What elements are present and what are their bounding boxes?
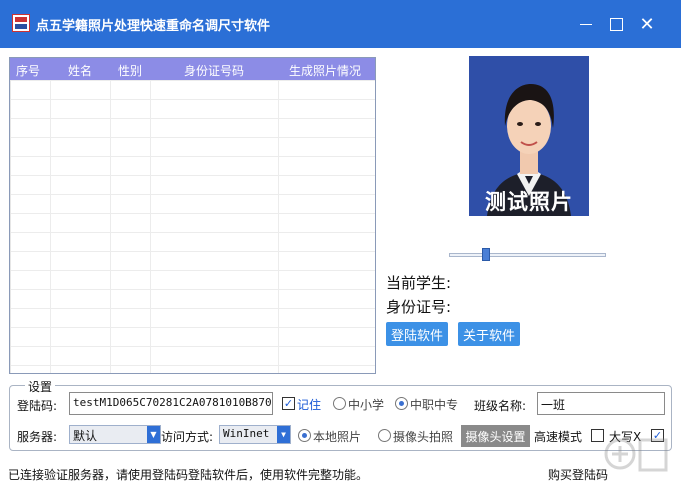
class-name-input[interactable]: 一班 — [537, 392, 665, 415]
school-type-label-vocational[interactable]: 中职中专 — [410, 396, 458, 413]
server-select[interactable]: 默认 ▼ — [69, 425, 161, 444]
photo-preview: 测试照片 — [469, 56, 589, 216]
table-body[interactable] — [10, 80, 375, 373]
school-type-radio-vocational[interactable] — [395, 397, 408, 410]
photo-slider-track[interactable] — [449, 253, 606, 257]
chevron-down-icon: ▼ — [147, 426, 160, 443]
login-button[interactable]: 登陆软件 — [386, 322, 448, 346]
window-title: 点五学籍照片处理快速重命名调尺寸软件 — [36, 19, 271, 34]
camera-settings-button[interactable]: 摄像头设置 — [461, 425, 530, 447]
column-divider — [150, 80, 151, 373]
maximize-icon — [609, 17, 623, 31]
current-student-label: 当前学生: — [386, 274, 452, 292]
login-code-input[interactable]: testM1D065C70281C2A0781010B87024 — [69, 392, 273, 415]
buy-login-code-link[interactable]: 购买登陆码 — [548, 466, 608, 483]
minimize-icon — [580, 23, 592, 25]
column-header-name[interactable]: 姓名 — [68, 62, 92, 79]
remember-label[interactable]: 记住 — [297, 396, 321, 413]
server-label: 服务器: — [17, 430, 58, 444]
photo-source-radio-local[interactable] — [298, 429, 311, 442]
server-select-value: 默认 — [73, 429, 98, 443]
high-speed-mode-label[interactable]: 高速模式 — [534, 428, 582, 445]
title-bar: 点五学籍照片处理快速重命名调尺寸软件 ✕ — [0, 0, 681, 48]
remember-checkbox[interactable]: ✓ — [282, 397, 295, 410]
column-header-id-number[interactable]: 身份证号码 — [184, 62, 244, 79]
close-icon: ✕ — [639, 13, 655, 35]
chevron-down-icon: ▼ — [277, 426, 290, 443]
settings-group-title: 设置 — [25, 378, 56, 395]
table-header: 序号 姓名 性别 身份证号码 生成照片情况 — [10, 58, 375, 80]
access-mode-select[interactable]: WinInet ▼ — [219, 425, 291, 444]
access-mode-label: 访问方式: — [161, 430, 214, 444]
column-divider — [278, 80, 279, 373]
close-button[interactable]: ✕ — [628, 0, 666, 48]
photo-overlay-text: 测试照片 — [485, 190, 573, 214]
about-button[interactable]: 关于软件 — [458, 322, 520, 346]
photo-slider-thumb[interactable] — [481, 248, 490, 261]
student-table[interactable]: 序号 姓名 性别 身份证号码 生成照片情况 — [9, 57, 376, 374]
app-logo-icon — [12, 14, 30, 32]
access-mode-select-value: WinInet — [223, 427, 270, 440]
column-header-index[interactable]: 序号 — [16, 62, 40, 79]
school-type-label-k12[interactable]: 中小学 — [348, 396, 384, 413]
column-divider — [110, 80, 111, 373]
class-name-label: 班级名称: — [474, 399, 527, 413]
photo-source-label-local[interactable]: 本地照片 — [313, 428, 361, 445]
column-header-gender[interactable]: 性别 — [118, 62, 142, 79]
column-header-photo-status[interactable]: 生成照片情况 — [289, 62, 361, 79]
photo-source-radio-camera[interactable] — [378, 429, 391, 442]
school-type-radio-k12[interactable] — [333, 397, 346, 410]
login-code-label: 登陆码: — [17, 399, 58, 413]
column-divider — [50, 80, 51, 373]
photo-source-label-camera[interactable]: 摄像头拍照 — [393, 428, 453, 445]
id-number-label: 身份证号: — [386, 298, 452, 316]
watermark-logo — [604, 438, 668, 472]
status-message: 已连接验证服务器，请使用登陆码登陆软件后，使用软件完整功能。 — [8, 468, 369, 482]
